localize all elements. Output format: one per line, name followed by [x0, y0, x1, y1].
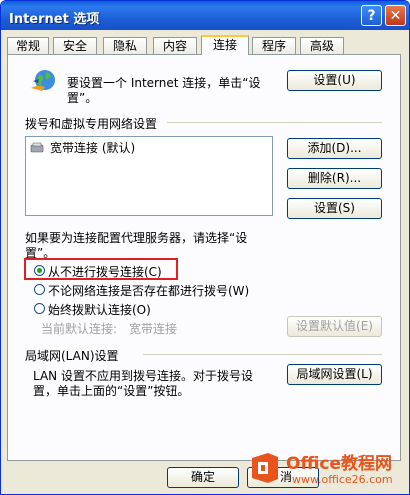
setup-description-line2: 置”。: [67, 91, 98, 105]
tab-programs[interactable]: 程序: [252, 37, 296, 54]
tab-security[interactable]: 安全: [53, 37, 97, 54]
remove-button[interactable]: 删除(R)...: [287, 168, 382, 189]
radio-never-dial-label[interactable]: 从不进行拨号连接(C): [48, 263, 162, 280]
tab-connections[interactable]: 连接: [201, 35, 249, 55]
internet-options-dialog: Internet 选项 ? ✕ 常规 安全 隐私 内容 连接 程序 高级 要设置…: [0, 0, 410, 495]
title-bar[interactable]: Internet 选项 ? ✕: [1, 1, 409, 30]
dialup-settings-button[interactable]: 设置(S): [287, 198, 382, 219]
setup-button[interactable]: 设置(U): [287, 70, 382, 91]
window-title: Internet 选项: [9, 12, 100, 27]
tab-privacy[interactable]: 隐私: [103, 37, 147, 54]
current-default-value: 宽带连接: [129, 322, 178, 336]
ok-button[interactable]: 确定: [167, 467, 239, 488]
radio-dial-when-no-network[interactable]: [34, 284, 45, 295]
dialup-section-label: 拨号和虚拟专用网络设置: [25, 117, 158, 131]
help-button[interactable]: ?: [361, 5, 382, 26]
dialup-section-divider: [167, 122, 382, 123]
radio-always-dial-default[interactable]: [34, 303, 45, 314]
watermark-url: www.office26.com: [292, 473, 393, 486]
tab-advanced[interactable]: 高级: [300, 37, 344, 54]
tab-content[interactable]: 内容: [153, 37, 197, 54]
radio-dial-when-no-network-label[interactable]: 不论网络连接是否存在都进行拨号(W): [48, 282, 249, 299]
radio-never-dial[interactable]: [34, 265, 45, 276]
lan-description-line2: 置，单击上面的“设置”按钮。: [33, 384, 190, 398]
proxy-hint-line1: 如果要为连接配置代理服务器，请选择“设: [25, 231, 248, 245]
connections-listbox[interactable]: 宽带连接 (默认): [25, 136, 273, 216]
current-default-label: 当前默认连接:: [41, 322, 118, 336]
list-item-label: 宽带连接 (默认): [50, 141, 136, 155]
watermark-brand: Office教程网: [286, 454, 393, 474]
lan-settings-button[interactable]: 局域网设置(L): [287, 364, 382, 385]
close-button[interactable]: ✕: [385, 5, 406, 26]
lan-section-divider: [143, 354, 382, 355]
radio-always-dial-default-label[interactable]: 始终拨默认连接(O): [48, 301, 151, 318]
office26-watermark: Office教程网 www.office26.com: [248, 447, 408, 491]
network-connection-icon: [30, 142, 46, 154]
add-button[interactable]: 添加(D)...: [287, 138, 382, 159]
set-default-button[interactable]: 设置默认值(E): [287, 316, 382, 337]
tab-general[interactable]: 常规: [7, 37, 49, 54]
office-logo-icon: [252, 453, 278, 483]
list-item[interactable]: 宽带连接 (默认): [30, 139, 135, 157]
internet-globe-icon: [31, 70, 55, 91]
lan-section-label: 局域网(LAN)设置: [25, 349, 119, 363]
